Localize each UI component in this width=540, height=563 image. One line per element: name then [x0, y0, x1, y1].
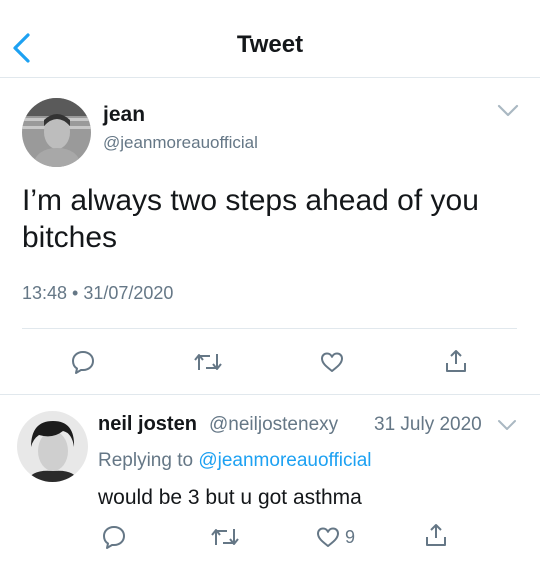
profile-photo — [22, 98, 91, 167]
reply-avatar[interactable] — [17, 411, 88, 482]
reply-more-options-button[interactable] — [496, 418, 518, 432]
section-divider — [0, 394, 540, 395]
retweet-icon — [194, 354, 222, 370]
replying-to: Replying to @jeanmoreauofficial — [98, 450, 372, 472]
reply-like-count: 9 — [345, 527, 356, 547]
heart-icon — [317, 527, 339, 547]
reply-profile-photo — [17, 411, 88, 482]
reply-display-name[interactable]: neil josten — [98, 413, 197, 436]
chevron-down-icon — [497, 104, 519, 117]
share-button[interactable] — [443, 347, 469, 375]
header-divider — [0, 77, 540, 78]
replying-to-label: Replying to — [98, 450, 194, 471]
display-name[interactable]: jean — [103, 103, 145, 127]
avatar[interactable] — [22, 98, 91, 167]
heart-icon — [321, 352, 343, 372]
tweet-divider — [22, 328, 517, 329]
user-handle[interactable]: @jeanmoreauofficial — [103, 133, 258, 153]
retweet-icon — [211, 529, 239, 545]
reply-share-button[interactable] — [423, 521, 449, 549]
chevron-down-icon — [498, 420, 516, 430]
reply-button[interactable] — [70, 349, 96, 375]
reply-icon — [103, 526, 125, 549]
share-icon — [446, 350, 466, 372]
replying-to-link[interactable]: @jeanmoreauofficial — [198, 450, 371, 471]
reply-retweet-button[interactable] — [210, 525, 240, 549]
reply-like-button[interactable] — [315, 525, 341, 549]
reply-reply-button[interactable] — [101, 524, 127, 550]
more-options-button[interactable] — [496, 102, 520, 118]
retweet-button[interactable] — [193, 350, 223, 374]
reply-date: 31 July 2020 — [374, 414, 482, 435]
tweet-text: I’m always two steps ahead of you bitche… — [22, 184, 479, 254]
tweet-timestamp: 13:48 • 31/07/2020 — [22, 283, 174, 303]
page-title: Tweet — [236, 31, 304, 58]
reply-icon — [72, 351, 94, 374]
share-icon — [426, 524, 446, 546]
reply-user-handle[interactable]: @neiljostenexy — [209, 414, 338, 436]
reply-text: would be 3 but u got asthma — [98, 486, 362, 509]
like-button[interactable] — [319, 350, 345, 374]
